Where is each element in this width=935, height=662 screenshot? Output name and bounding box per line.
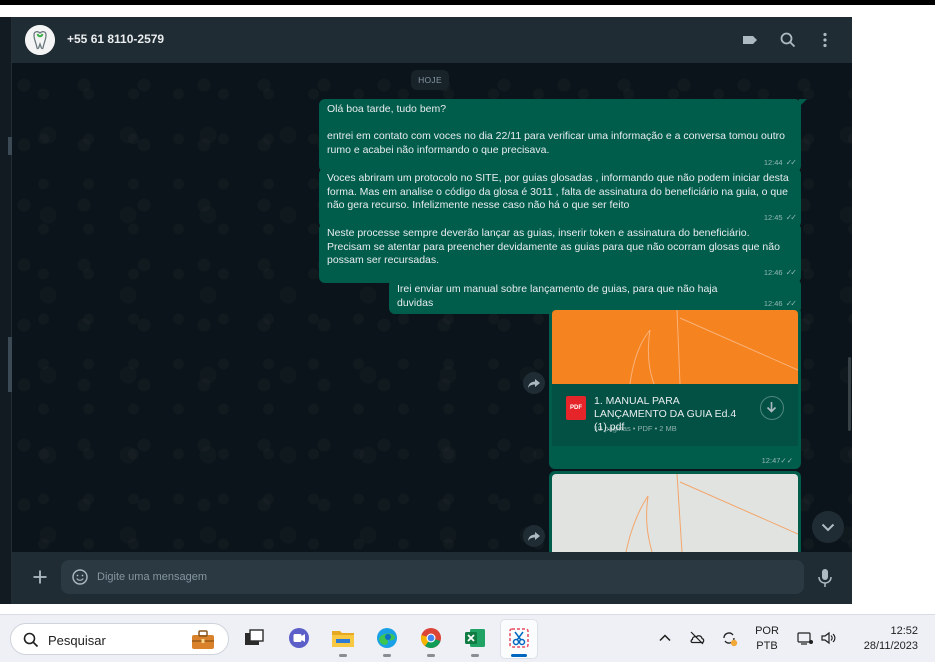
- double-check-icon: ✓✓: [785, 268, 797, 277]
- running-indicator: [383, 654, 391, 657]
- microphone-icon[interactable]: [815, 567, 835, 589]
- search-icon: [23, 632, 39, 648]
- message-composer: [12, 552, 852, 604]
- menu-dots-icon[interactable]: [815, 30, 835, 50]
- message-text: Olá boa tarde, tudo bem? entrei em conta…: [327, 103, 785, 156]
- forward-button[interactable]: [523, 372, 545, 394]
- chat-panel: +55 61 8110-2579 HOJE Olá boa tarde, tud…: [12, 17, 852, 604]
- message-time: 12:44: [763, 157, 783, 167]
- onedrive-offline-icon[interactable]: [688, 629, 706, 647]
- volume-icon[interactable]: [819, 629, 837, 647]
- message-meta: 12:44 ✓✓: [763, 156, 797, 170]
- briefcase-icon: [189, 628, 217, 652]
- sync-warning-icon[interactable]: [720, 629, 738, 647]
- message-time: 12:45: [763, 213, 783, 222]
- teams-chat-icon[interactable]: [285, 624, 313, 652]
- contact-name[interactable]: +55 61 8110-2579: [67, 32, 164, 46]
- double-check-icon: ✓✓: [780, 456, 793, 465]
- message-input-box[interactable]: [61, 560, 804, 594]
- forward-icon: [528, 532, 540, 541]
- running-indicator: [471, 654, 479, 657]
- avatar[interactable]: [25, 25, 55, 55]
- message-bubble[interactable]: Voces abriram um protocolo no SITE, por …: [319, 168, 801, 228]
- document-card[interactable]: PDF 1. MANUAL PARA LANÇAMENTO DA GUIA Ed…: [552, 384, 798, 446]
- document-message-preview[interactable]: [549, 471, 801, 556]
- message-bubble[interactable]: Neste processe sempre deverão lançar as …: [319, 223, 801, 283]
- message-time: 12:47: [761, 456, 781, 465]
- search-icon[interactable]: [778, 30, 798, 50]
- download-icon: [766, 402, 777, 413]
- taskbar-search[interactable]: Pesquisar: [10, 623, 229, 655]
- document-thumbnail[interactable]: [552, 310, 798, 384]
- emoji-icon[interactable]: [71, 568, 89, 586]
- double-check-icon: ✓✓: [785, 157, 797, 167]
- document-message[interactable]: PDF 1. MANUAL PARA LANÇAMENTO DA GUIA Ed…: [549, 307, 801, 469]
- message-text: Neste processe sempre deverão lançar as …: [327, 227, 780, 266]
- file-explorer-icon[interactable]: [329, 624, 357, 652]
- download-button[interactable]: [760, 396, 784, 420]
- chevron-up-icon[interactable]: [656, 629, 674, 647]
- network-monitor-icon[interactable]: [796, 629, 814, 647]
- chat-scrollbar[interactable]: [848, 357, 851, 431]
- attach-plus-icon[interactable]: [30, 567, 50, 587]
- running-indicator: [339, 654, 347, 657]
- excel-icon[interactable]: [461, 624, 489, 652]
- chevron-down-icon: [821, 523, 835, 532]
- document-info: 10 páginas • PDF • 2 MB: [594, 424, 677, 433]
- message-text: Voces abriram um protocolo no SITE, por …: [327, 172, 792, 211]
- snipping-tool-icon[interactable]: [505, 624, 533, 652]
- tag-icon[interactable]: [740, 30, 760, 50]
- clock-time: 12:52: [890, 625, 918, 637]
- message-meta: 12:46 ✓✓: [763, 266, 797, 280]
- chat-list-pane-edge: [0, 17, 12, 604]
- message-input[interactable]: [97, 560, 787, 594]
- bubble-tail: [799, 99, 807, 107]
- clock-date: 28/11/2023: [863, 640, 918, 652]
- search-label: Pesquisar: [48, 633, 106, 648]
- forward-button[interactable]: [523, 525, 545, 547]
- whatsapp-window: +55 61 8110-2579 HOJE Olá boa tarde, tud…: [0, 5, 935, 614]
- edge-browser-icon[interactable]: [373, 624, 401, 652]
- active-indicator: [511, 654, 527, 657]
- forward-icon: [528, 379, 540, 388]
- message-text: Irei enviar um manual sobre lançamento d…: [397, 283, 721, 309]
- keyboard-layout: PTB: [756, 640, 778, 652]
- chrome-icon[interactable]: [417, 624, 445, 652]
- message-time: 12:46: [763, 268, 783, 277]
- message-bubble[interactable]: Olá boa tarde, tudo bem? entrei em conta…: [319, 99, 807, 172]
- system-clock[interactable]: 12:52 28/11/2023: [848, 624, 918, 654]
- pdf-icon: PDF: [566, 396, 586, 420]
- windows-taskbar: Pesquisar POR PTB 12:52 28/11/2023: [0, 614, 935, 662]
- message-meta: 12:47✓✓: [762, 456, 793, 465]
- input-language[interactable]: POR PTB: [755, 624, 779, 654]
- task-view-icon[interactable]: [240, 624, 268, 652]
- date-chip: HOJE: [411, 70, 449, 90]
- running-indicator: [427, 654, 435, 657]
- chat-header[interactable]: +55 61 8110-2579: [12, 17, 852, 63]
- scroll-down-button[interactable]: [812, 511, 844, 543]
- language-code: POR: [755, 625, 779, 637]
- document-thumbnail[interactable]: [552, 474, 798, 552]
